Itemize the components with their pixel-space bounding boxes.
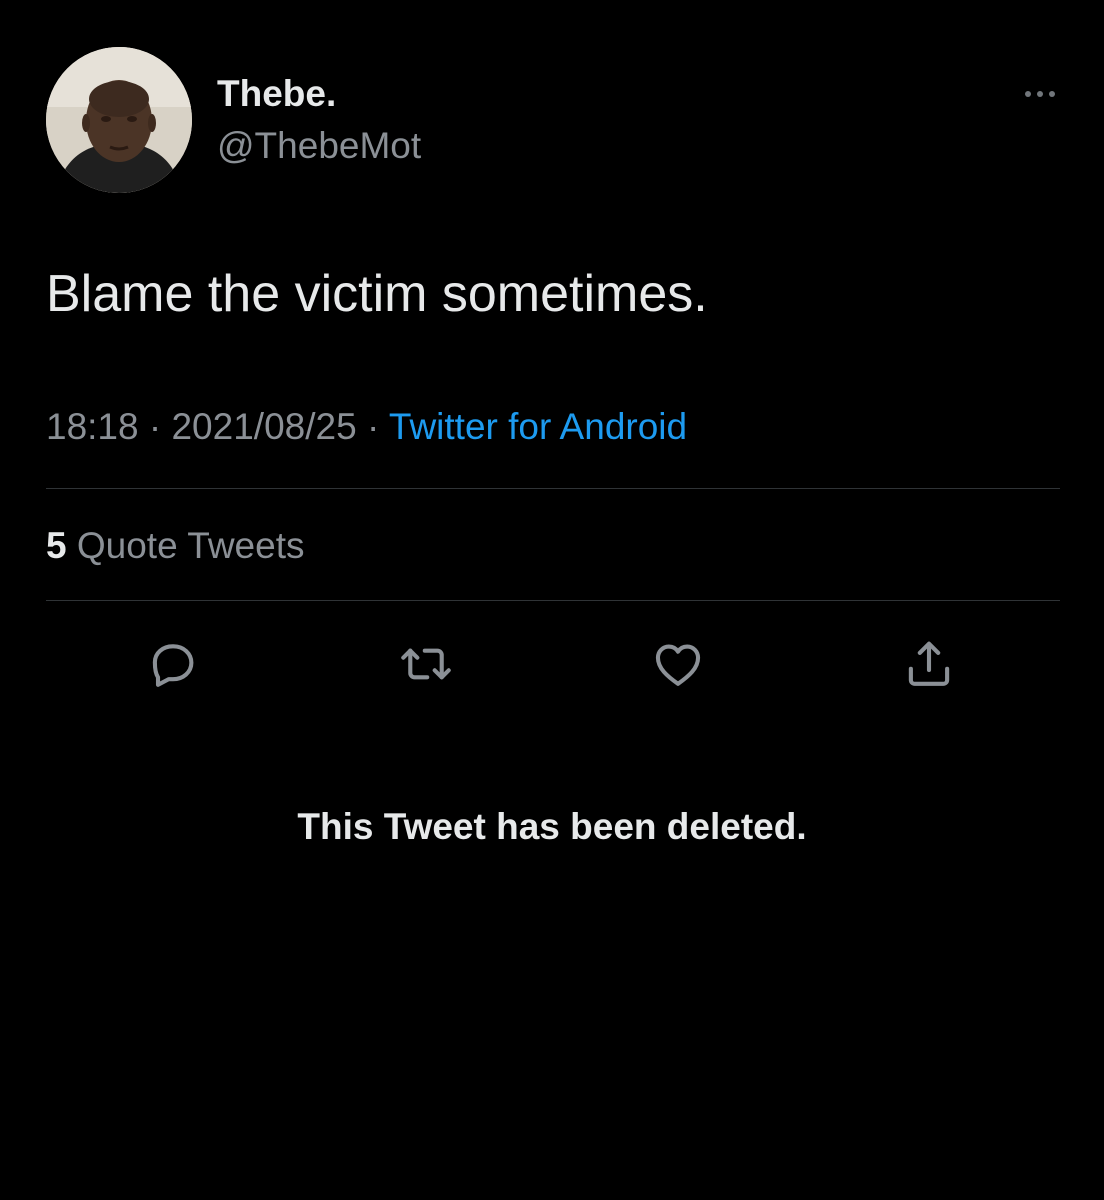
quote-count: 5 — [46, 525, 67, 566]
tweet-header: Thebe. @ThebeMot — [46, 47, 1062, 197]
divider — [46, 488, 1060, 489]
reply-icon — [152, 644, 194, 687]
user-handle[interactable]: @ThebeMot — [217, 127, 421, 164]
meta-separator: · — [366, 406, 380, 447]
tweet-detail: Thebe. @ThebeMot Blame the victim someti… — [0, 0, 1104, 1200]
quote-label: Quote Tweets — [76, 525, 305, 566]
tweet-source-link[interactable]: Twitter for Android — [389, 406, 687, 447]
profile-photo-icon — [46, 47, 192, 193]
retweet-button[interactable] — [394, 632, 458, 696]
more-dot — [1037, 91, 1043, 97]
avatar[interactable] — [46, 47, 192, 193]
retweet-icon — [401, 648, 451, 680]
more-dot — [1025, 91, 1031, 97]
heart-icon — [655, 644, 701, 686]
share-icon — [908, 641, 950, 686]
more-dot — [1049, 91, 1055, 97]
tweet-meta: 18:18 · 2021/08/25 · Twitter for Android — [46, 408, 687, 445]
more-icon[interactable] — [1018, 81, 1062, 107]
tweet-date: 2021/08/25 — [171, 406, 357, 447]
meta-separator: · — [148, 406, 162, 447]
tweet-time: 18:18 — [46, 406, 139, 447]
action-bar — [0, 632, 1104, 702]
display-name[interactable]: Thebe. — [217, 75, 336, 112]
tweet-text: Blame the victim sometimes. — [46, 265, 708, 323]
quote-tweets-link[interactable]: 5 Quote Tweets — [46, 527, 304, 564]
divider — [46, 600, 1060, 601]
reply-button[interactable] — [141, 632, 205, 696]
share-button[interactable] — [897, 632, 961, 696]
like-button[interactable] — [646, 632, 710, 696]
deleted-quoted-tweet-notice: This Tweet has been deleted. — [297, 806, 807, 847]
